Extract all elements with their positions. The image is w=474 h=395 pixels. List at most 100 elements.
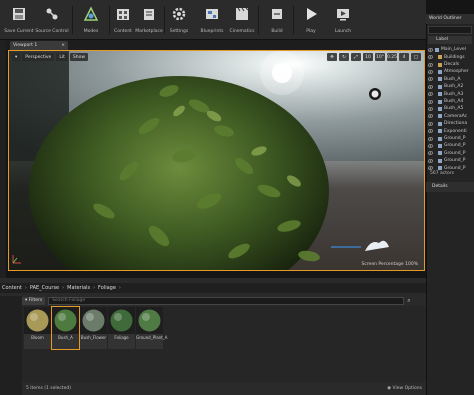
- visibility-eye-icon[interactable]: [427, 122, 434, 126]
- rotate-icon[interactable]: ↻: [339, 53, 349, 61]
- outliner-row[interactable]: Bush_A4: [427, 98, 474, 106]
- save-current-button[interactable]: Save Current: [4, 2, 34, 38]
- visibility-eye-icon[interactable]: [427, 159, 434, 163]
- cinematics-icon: [232, 4, 252, 24]
- outliner-row[interactable]: Exponenti: [427, 127, 474, 135]
- visibility-eye-icon[interactable]: [427, 62, 434, 67]
- screen-percentage-value: 100%: [405, 262, 418, 267]
- content-browser-footer: 5 items (1 selected) ◉ View Options: [22, 384, 426, 393]
- source-control-button[interactable]: Source Control: [35, 2, 69, 38]
- viewport-scene: [9, 51, 424, 270]
- outliner-row[interactable]: Decals: [427, 61, 474, 69]
- play-icon: [301, 4, 321, 24]
- build-button[interactable]: Build: [262, 2, 292, 38]
- view-options-button[interactable]: ◉ View Options: [387, 386, 422, 391]
- visibility-eye-icon[interactable]: [427, 166, 434, 170]
- visibility-eye-icon[interactable]: [427, 107, 434, 111]
- outliner-row[interactable]: Ground_P: [427, 157, 474, 165]
- visibility-eye-icon[interactable]: [427, 114, 434, 119]
- asset-tile[interactable]: Bloom: [24, 307, 51, 349]
- settings-icon: [169, 4, 189, 24]
- asset-label: Bush_A: [58, 335, 73, 340]
- visibility-eye-icon[interactable]: [427, 48, 434, 52]
- asset-tile[interactable]: Ground_Plant_A: [136, 307, 168, 349]
- visibility-eye-icon[interactable]: [427, 92, 434, 96]
- modes-button[interactable]: Modes: [76, 2, 106, 38]
- outliner-row-label: Buildings: [444, 54, 465, 60]
- breadcrumb-foliage[interactable]: Foliage: [98, 285, 116, 291]
- outliner-search-input[interactable]: [428, 26, 472, 34]
- screen-percentage-readout: Screen Percentage 100%: [361, 262, 418, 267]
- outliner-row[interactable]: Bush_A3: [427, 90, 474, 98]
- outliner-row[interactable]: Buildings: [427, 53, 474, 61]
- blueprints-button[interactable]: Blueprints: [197, 2, 227, 38]
- translate-icon[interactable]: ✥: [327, 53, 337, 61]
- visibility-eye-icon[interactable]: [427, 70, 434, 74]
- actor-icon: [438, 151, 442, 156]
- visibility-eye-icon[interactable]: [427, 55, 434, 59]
- breadcrumb-materials[interactable]: Materials: [67, 285, 90, 291]
- close-icon[interactable]: ×: [61, 43, 65, 48]
- folder-icon: [438, 62, 442, 67]
- visibility-eye-icon[interactable]: [427, 85, 434, 89]
- visibility-eye-icon[interactable]: [427, 136, 434, 141]
- marketplace-button[interactable]: Marketplace: [134, 2, 164, 38]
- outliner-row[interactable]: Bush_A5: [427, 105, 474, 113]
- viewport-tab-label: Viewport 1: [13, 43, 38, 48]
- outliner-row-label: Bush_A2: [444, 84, 464, 90]
- launch-icon: [333, 4, 353, 24]
- play-button[interactable]: Play: [296, 2, 326, 38]
- outliner-column-header[interactable]: Label: [428, 36, 472, 44]
- outliner-row-label: Ground_P: [444, 165, 466, 171]
- maximize-icon[interactable]: □: [411, 53, 421, 61]
- outliner-row[interactable]: Atmospher: [427, 68, 474, 76]
- outliner-row[interactable]: CameraAc: [427, 113, 474, 121]
- outliner-row[interactable]: Directiona: [427, 120, 474, 128]
- toolbar-separator: [293, 6, 294, 34]
- visibility-eye-icon[interactable]: [427, 144, 434, 148]
- actor-icon: [438, 114, 442, 119]
- toolbar-separator: [72, 6, 73, 34]
- outliner-row-label: Ground_P: [444, 158, 466, 164]
- viewport-tab[interactable]: Viewport 1 ×: [10, 41, 68, 50]
- scale-icon[interactable]: ⤢: [351, 53, 361, 61]
- outliner-row[interactable]: Bush_A2: [427, 83, 474, 91]
- filters-button[interactable]: ▾ Filters: [22, 296, 46, 305]
- outliner-row[interactable]: Main_Level: [427, 46, 474, 54]
- level-viewport[interactable]: ▾ Perspective Lit Show ✥ ↻ ⤢ 10 10° 0.25…: [8, 50, 425, 271]
- outliner-row[interactable]: Ground_P: [427, 135, 474, 143]
- search-input[interactable]: Search Foliage: [48, 296, 405, 305]
- outliner-row-label: Bush_A3: [444, 91, 464, 97]
- visibility-eye-icon[interactable]: [427, 129, 434, 133]
- camera-speed-value[interactable]: 4: [399, 53, 409, 61]
- cinematics-button[interactable]: Cinematics: [227, 2, 257, 38]
- visibility-eye-icon[interactable]: [427, 77, 434, 82]
- asset-tile[interactable]: Foliage: [108, 307, 135, 349]
- scale-snap-value[interactable]: 0.25: [387, 53, 397, 61]
- main-toolbar: Save Current Source Control Modes Conten…: [0, 0, 426, 40]
- visibility-eye-icon[interactable]: [427, 151, 434, 156]
- viewport-tab-bar: [6, 40, 426, 50]
- viewport-options-button[interactable]: ▾: [12, 53, 21, 61]
- asset-tile[interactable]: Bush_Flower: [80, 307, 107, 349]
- perspective-button[interactable]: Perspective: [22, 53, 55, 61]
- show-button[interactable]: Show: [69, 53, 89, 61]
- breadcrumb-pae-course[interactable]: PAE_Course: [30, 285, 59, 291]
- actor-icon: [438, 166, 442, 171]
- settings-button[interactable]: Settings: [164, 2, 194, 38]
- asset-tile[interactable]: Bush_A: [51, 306, 80, 350]
- rotation-snap-value[interactable]: 10°: [375, 53, 385, 61]
- launch-button[interactable]: Launch: [328, 2, 358, 38]
- search-icon[interactable]: ⌕: [407, 297, 410, 305]
- viewport-toolbar: ▾ Perspective Lit Show ✥ ↻ ⤢ 10 10° 0.25…: [9, 51, 424, 63]
- visibility-eye-icon[interactable]: [427, 99, 434, 104]
- breadcrumb-content[interactable]: Content: [2, 285, 22, 291]
- tab-world-outliner[interactable]: World Outliner: [426, 14, 474, 24]
- actor-icon: [438, 136, 442, 141]
- outliner-row[interactable]: Bush_A: [427, 76, 474, 84]
- grid-snap-value[interactable]: 10: [363, 53, 373, 61]
- lit-button[interactable]: Lit: [56, 53, 68, 61]
- tab-details[interactable]: Details: [426, 182, 474, 192]
- outliner-row[interactable]: Ground_P: [427, 150, 474, 158]
- outliner-row[interactable]: Ground_P: [427, 142, 474, 150]
